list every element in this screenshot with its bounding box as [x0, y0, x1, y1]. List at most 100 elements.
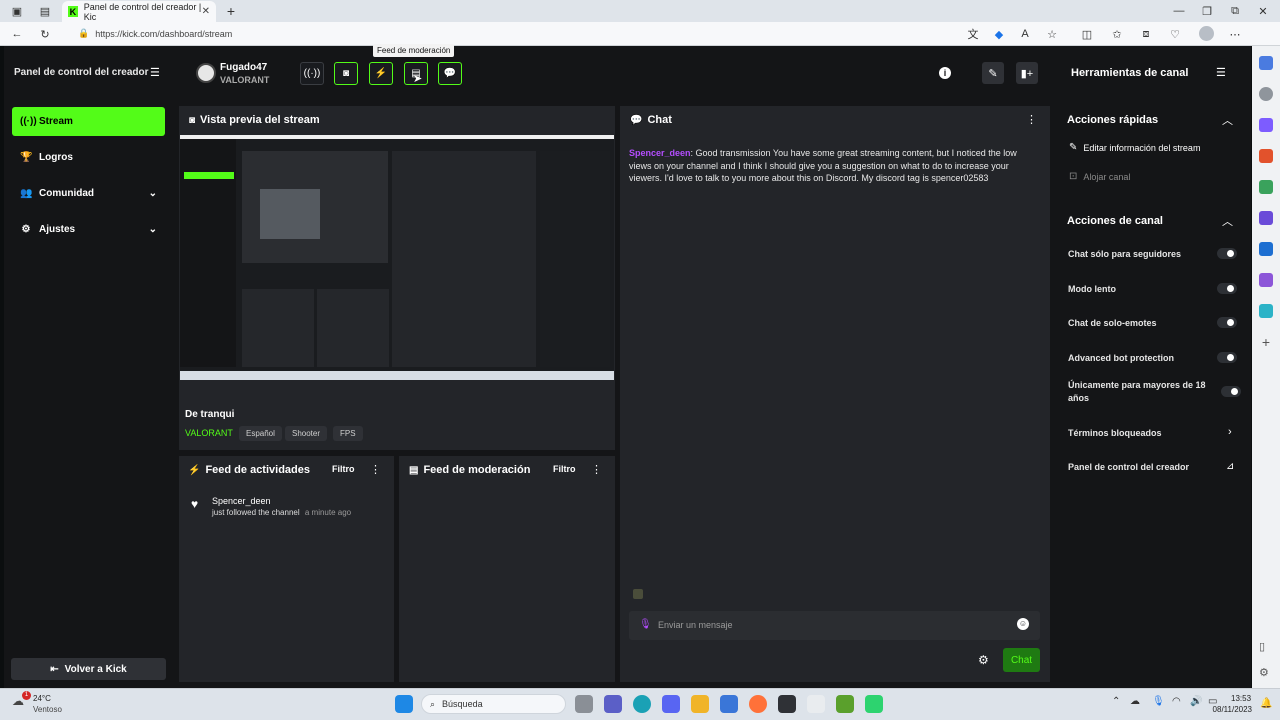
discord-icon[interactable] — [662, 695, 680, 713]
new-tab-icon[interactable]: + — [222, 2, 240, 20]
designer-icon[interactable] — [1259, 273, 1273, 287]
capcut-icon[interactable] — [807, 695, 825, 713]
close-tab-icon[interactable]: ✕ — [202, 6, 210, 17]
bot-protection-toggle[interactable] — [1217, 352, 1237, 363]
url-field[interactable]: 🔒 https://kick.com/dashboard/stream — [78, 28, 232, 39]
followers-only-toggle[interactable] — [1217, 248, 1237, 259]
activity-toggle-button[interactable]: ⚡ — [369, 62, 393, 85]
sidebar-item-comunidad[interactable]: 👥 Comunidad ⌄ — [12, 179, 165, 208]
search-icon[interactable] — [1259, 87, 1273, 101]
event-user[interactable]: Spencer_deen — [212, 496, 271, 506]
chevron-right-icon[interactable]: › — [1228, 426, 1232, 438]
back-to-kick-button[interactable]: ⇤ Volver a Kick — [11, 658, 166, 680]
adults-only-toggle[interactable] — [1221, 386, 1241, 397]
maximize-icon[interactable]: ❐ — [1198, 2, 1216, 20]
mic-tray-icon[interactable]: 🎙 — [1152, 696, 1165, 707]
collapse-sidebar-icon[interactable]: ☰ — [150, 66, 160, 79]
blocked-terms-link[interactable]: Términos bloqueados — [1068, 428, 1162, 438]
activity-feed-header: ⚡ Feed de actividades — [188, 464, 310, 476]
favorites-icon[interactable]: ✩ — [1108, 25, 1126, 43]
moderation-filter-button[interactable]: Filtro — [553, 464, 576, 474]
outlook-icon[interactable] — [1259, 242, 1273, 256]
creator-dashboard-link[interactable]: Panel de control del creador — [1068, 462, 1189, 472]
notification-icon[interactable] — [1259, 56, 1273, 70]
stream-category[interactable]: VALORANT — [185, 428, 233, 438]
minimize-icon[interactable]: — — [1170, 2, 1188, 20]
moderation-more-icon[interactable]: ⋮ — [591, 463, 602, 476]
file-explorer-icon[interactable] — [691, 695, 709, 713]
tray-chevron-icon[interactable]: ⌃ — [1112, 696, 1120, 707]
minecraft-icon[interactable] — [836, 695, 854, 713]
chat-username[interactable]: Spencer_deen — [629, 148, 691, 158]
avatar[interactable] — [196, 63, 216, 83]
windows-start-icon[interactable] — [395, 695, 413, 713]
drop-icon[interactable] — [1259, 304, 1273, 318]
read-aloud-icon[interactable]: A — [1016, 25, 1034, 43]
chevron-up-icon[interactable]: ︿ — [1222, 112, 1233, 128]
tab-actions-icon[interactable]: ▤ — [36, 2, 54, 20]
event-time: a minute ago — [304, 508, 352, 517]
sidebar-item-ajustes[interactable]: ⚙ Ajustes ⌄ — [12, 215, 165, 244]
wifi-icon[interactable]: ◠ — [1172, 696, 1181, 707]
task-view-icon[interactable] — [575, 695, 593, 713]
edge-icon[interactable] — [633, 695, 651, 713]
translate-icon[interactable]: 文 — [964, 25, 982, 43]
sidebar-layout-icon[interactable]: ▯ — [1259, 640, 1273, 654]
add-icon[interactable]: + — [1259, 335, 1273, 349]
chart-icon[interactable]: ⊿ — [1226, 461, 1234, 472]
sidebar-item-stream[interactable]: ((·)) Stream — [12, 107, 165, 136]
collapse-tools-icon[interactable]: ☰ — [1216, 66, 1226, 79]
chat-toggle-button[interactable]: 💬 — [438, 62, 462, 85]
notification-center-icon[interactable]: 🔔 — [1260, 698, 1272, 709]
edit-stream-info-button[interactable]: ✎ Editar información del stream — [1069, 142, 1200, 153]
profile-avatar[interactable] — [1199, 26, 1214, 41]
host-channel-button[interactable]: ⊡ Alojar canal — [1069, 171, 1130, 182]
favorite-icon[interactable]: ☆ — [1043, 25, 1061, 43]
info-icon[interactable]: i — [939, 67, 951, 79]
workspaces-icon[interactable]: ▣ — [8, 2, 26, 20]
teams-icon[interactable] — [604, 695, 622, 713]
broadcast-button[interactable]: ((·)) — [300, 62, 324, 85]
collections-icon[interactable]: ⧈ — [1137, 25, 1155, 43]
back-icon[interactable]: ← — [8, 25, 26, 43]
split-screen-icon[interactable]: ◫ — [1078, 25, 1096, 43]
close-window-icon[interactable]: ✕ — [1254, 2, 1272, 20]
edit-button[interactable]: ✎ — [982, 62, 1004, 84]
emote-picker-icon[interactable] — [633, 589, 643, 599]
restore-icon[interactable]: ⧉ — [1226, 2, 1244, 20]
emote-only-toggle[interactable] — [1217, 317, 1237, 328]
chat-send-button[interactable]: Chat — [1003, 648, 1040, 672]
emoji-icon[interactable]: ☺ — [1017, 618, 1029, 630]
extension-icon[interactable]: ◆ — [990, 25, 1008, 43]
microphone-icon[interactable]: 🎙 — [639, 619, 652, 630]
volume-icon[interactable]: 🔊 — [1190, 696, 1202, 707]
activity-more-icon[interactable]: ⋮ — [370, 463, 381, 476]
copilot-icon[interactable] — [1259, 211, 1273, 225]
stream-preview-video[interactable] — [180, 135, 614, 380]
activity-filter-button[interactable]: Filtro — [332, 464, 355, 474]
slow-mode-toggle[interactable] — [1217, 283, 1237, 294]
more-options-icon[interactable]: ⋯ — [1226, 25, 1244, 43]
toolbox-icon[interactable] — [1259, 149, 1273, 163]
refresh-icon[interactable]: ↻ — [36, 25, 54, 43]
notes-icon[interactable] — [778, 695, 796, 713]
browser-essentials-icon[interactable]: ♡ — [1166, 25, 1184, 43]
browser-tab[interactable]: K Panel de control del creador | Kic ✕ — [62, 1, 216, 22]
preview-toggle-button[interactable]: ◙ — [334, 62, 358, 85]
taskbar-search[interactable]: ⌕ Búsqueda — [421, 694, 566, 714]
chess-icon[interactable] — [1259, 180, 1273, 194]
kick-app-icon[interactable] — [865, 695, 883, 713]
chevron-up-icon[interactable]: ︿ — [1222, 213, 1233, 229]
chat-input[interactable]: 🎙 Enviar un mensaje ☺ — [629, 611, 1040, 640]
layout-button[interactable]: ▮+ — [1016, 62, 1038, 84]
chat-settings-icon[interactable]: ⚙ — [978, 653, 989, 667]
panel-add-icon: ▮+ — [1020, 67, 1034, 80]
settings-icon[interactable]: ⚙ — [1259, 666, 1273, 680]
quick-actions-title: Acciones rápidas — [1067, 114, 1159, 126]
tag-icon[interactable] — [1259, 118, 1273, 132]
store-icon[interactable] — [720, 695, 738, 713]
sidebar-item-logros[interactable]: 🏆 Logros — [12, 143, 165, 172]
firefox-icon[interactable] — [749, 695, 767, 713]
chat-more-icon[interactable]: ⋮ — [1026, 113, 1037, 126]
onedrive-icon[interactable]: ☁ — [1130, 696, 1140, 707]
